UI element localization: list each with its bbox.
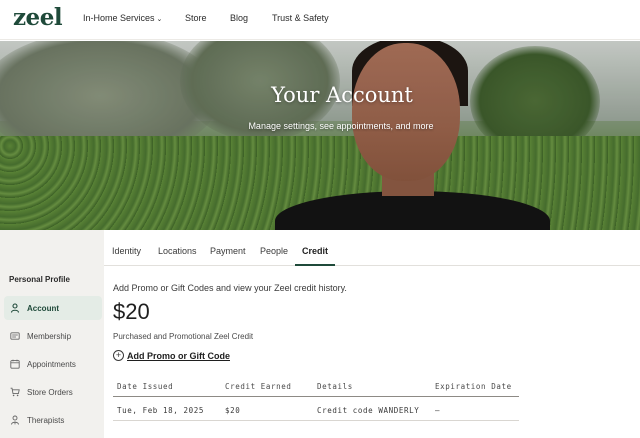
page-title: Your Account (271, 83, 413, 107)
column-header-expiration-date: Expiration Date (435, 382, 512, 391)
tab-payment[interactable]: Payment (210, 246, 246, 256)
top-navigation: zeel In-Home Services ⌄ Store Blog Trust … (0, 0, 640, 40)
active-tab-indicator (295, 264, 335, 266)
zeel-logo[interactable]: zeel (13, 4, 63, 31)
user-icon (10, 303, 20, 313)
credit-balance-caption: Purchased and Promotional Zeel Credit (113, 332, 254, 341)
credit-history-table: Date Issued Credit Earned Details Expira… (113, 376, 519, 421)
account-tabs: Identity Locations Payment People Credit (104, 230, 640, 266)
nav-in-home-services[interactable]: In-Home Services ⌄ (83, 13, 162, 23)
sidebar-item-account[interactable]: Account (4, 296, 102, 320)
sidebar-item-membership[interactable]: Membership (4, 324, 102, 348)
sidebar-item-label: Therapists (27, 415, 65, 425)
sidebar-item-label: Store Orders (27, 387, 73, 397)
sidebar-item-appointments[interactable]: Appointments (4, 352, 102, 376)
cell-date-issued: Tue, Feb 18, 2025 (117, 406, 204, 415)
therapist-icon (11, 415, 19, 425)
table-header-row: Date Issued Credit Earned Details Expira… (113, 376, 519, 397)
table-row: Tue, Feb 18, 2025 $20 Credit code WANDER… (113, 397, 519, 421)
cell-details: Credit code WANDERLY (317, 406, 420, 415)
cell-credit-earned: $20 (225, 406, 241, 415)
hero-banner: Your Account Manage settings, see appoin… (0, 41, 640, 230)
sidebar: Personal Profile Account Membership Appo… (0, 230, 104, 438)
tab-locations[interactable]: Locations (158, 246, 197, 256)
add-promo-code-label: Add Promo or Gift Code (127, 350, 230, 361)
sidebar-item-store-orders[interactable]: Store Orders (4, 380, 102, 404)
cell-expiration-date: — (435, 406, 441, 415)
column-header-details: Details (317, 382, 353, 391)
sidebar-heading: Personal Profile (9, 275, 70, 284)
tab-identity[interactable]: Identity (112, 246, 141, 256)
add-promo-code-button[interactable]: + Add Promo or Gift Code (113, 350, 230, 361)
sidebar-item-label: Membership (27, 331, 72, 341)
nav-store[interactable]: Store (185, 13, 207, 23)
plus-circle-icon: + (113, 350, 124, 361)
nav-blog[interactable]: Blog (230, 13, 248, 23)
tab-people[interactable]: People (260, 246, 288, 256)
tab-credit[interactable]: Credit (302, 246, 328, 256)
sidebar-item-label: Appointments (27, 359, 76, 369)
credit-balance: $20 (113, 299, 150, 324)
credit-intro-text: Add Promo or Gift Codes and view your Ze… (113, 283, 347, 293)
chevron-down-icon: ⌄ (156, 16, 163, 23)
nav-in-home-services-label: In-Home Services (83, 13, 155, 23)
column-header-credit-earned: Credit Earned (225, 382, 292, 391)
calendar-icon (10, 359, 20, 369)
column-header-date-issued: Date Issued (117, 382, 174, 391)
nav-trust-safety[interactable]: Trust & Safety (272, 13, 329, 23)
sidebar-item-therapists[interactable]: Therapists (4, 408, 102, 432)
shopping-cart-icon (10, 387, 20, 397)
sidebar-item-label: Account (27, 303, 59, 313)
page-subtitle: Manage settings, see appointments, and m… (248, 121, 434, 131)
membership-card-icon (10, 332, 20, 340)
